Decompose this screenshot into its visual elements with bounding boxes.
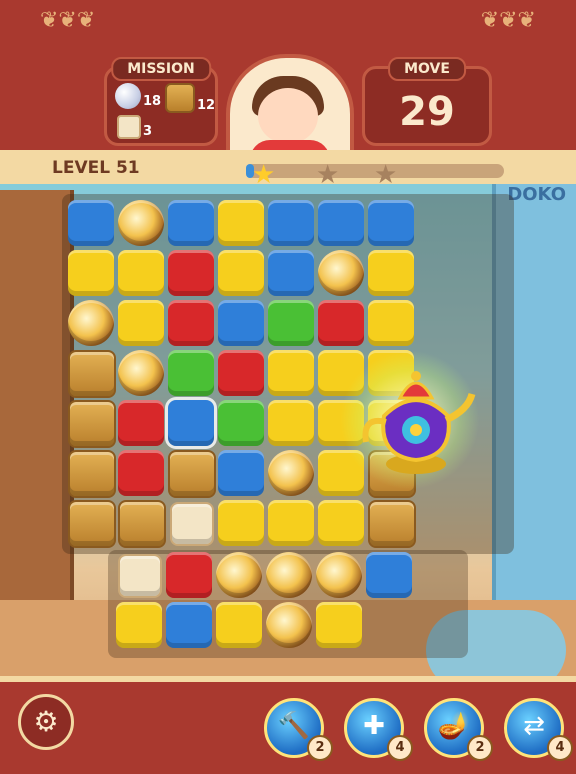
move-count: 29	[399, 89, 455, 135]
yellow-block[interactable]	[218, 200, 264, 246]
cup-block[interactable]	[118, 554, 162, 598]
booster-count: 2	[467, 735, 493, 761]
blue-block[interactable]	[68, 200, 114, 246]
blue-block[interactable]	[366, 552, 412, 598]
mission-goal-cup: 3	[117, 115, 152, 139]
yellow-block[interactable]	[268, 350, 314, 396]
bomb-block[interactable]	[118, 350, 164, 396]
booster-count: 4	[547, 735, 573, 761]
crate-block[interactable]	[68, 450, 116, 498]
blue-block[interactable]	[368, 200, 414, 246]
shuffle-booster-button[interactable]: ⇄ 4	[504, 698, 573, 761]
yellow-block[interactable]	[116, 602, 162, 648]
leaf-ornament-icon: ❦❦❦	[40, 8, 96, 33]
crate-block[interactable]	[68, 350, 116, 398]
yellow-block[interactable]	[268, 500, 314, 546]
crate-block[interactable]	[68, 500, 116, 548]
crate-block[interactable]	[368, 500, 416, 548]
green-block[interactable]	[218, 400, 264, 446]
blue-block[interactable]	[168, 200, 214, 246]
blue-block[interactable]	[318, 200, 364, 246]
red-block[interactable]	[168, 300, 214, 346]
magic-lamp-icon	[362, 371, 476, 474]
yellow-block[interactable]	[68, 250, 114, 296]
yellow-block[interactable]	[368, 250, 414, 296]
level-bar: LEVEL 51 ★ ★ ★	[40, 156, 504, 188]
crate-block[interactable]	[118, 500, 166, 548]
hammer-booster-button[interactable]: 🔨 2	[264, 698, 333, 761]
bomb-block[interactable]	[266, 552, 312, 598]
move-title: MOVE	[388, 57, 466, 81]
red-block[interactable]	[118, 450, 164, 496]
mission-goal-bubble: 18	[115, 83, 161, 109]
yellow-block[interactable]	[118, 300, 164, 346]
star-icon: ★	[252, 160, 276, 190]
blue-block[interactable]	[268, 200, 314, 246]
cross-blast-booster-button[interactable]: ✚ 4	[344, 698, 413, 761]
yellow-block[interactable]	[218, 250, 264, 296]
bomb-block[interactable]	[316, 552, 362, 598]
bomb-block[interactable]	[118, 200, 164, 246]
bubble-icon	[115, 83, 141, 109]
mission-title: MISSION	[111, 57, 211, 81]
yellow-block[interactable]	[316, 602, 362, 648]
crate-block[interactable]	[168, 450, 216, 498]
character-portrait	[226, 54, 354, 162]
crate-block[interactable]	[68, 400, 116, 448]
crate-icon	[165, 83, 195, 113]
blue-block[interactable]	[166, 602, 212, 648]
bomb-block[interactable]	[68, 300, 114, 346]
green-block[interactable]	[168, 350, 214, 396]
bubble-block[interactable]	[168, 400, 214, 446]
yellow-block[interactable]	[318, 500, 364, 546]
goal-count: 12	[197, 98, 216, 113]
star-icon: ★	[316, 160, 340, 190]
yellow-block[interactable]	[268, 400, 314, 446]
bomb-block[interactable]	[268, 450, 314, 496]
yellow-block[interactable]	[118, 250, 164, 296]
green-block[interactable]	[268, 300, 314, 346]
level-progress-bar: ★ ★ ★	[246, 162, 504, 188]
goal-count: 3	[143, 124, 153, 139]
blue-block[interactable]	[218, 300, 264, 346]
cup-block[interactable]	[170, 502, 214, 546]
bomb-block[interactable]	[318, 250, 364, 296]
red-block[interactable]	[166, 552, 212, 598]
red-block[interactable]	[168, 250, 214, 296]
bomb-block[interactable]	[216, 552, 262, 598]
mission-panel: MISSION 18 12 3	[104, 57, 218, 146]
cup-icon	[117, 115, 141, 139]
red-block[interactable]	[318, 300, 364, 346]
character-face	[258, 88, 318, 144]
magic-lamp-booster-button[interactable]: 🪔 2	[424, 698, 493, 761]
star-icon: ★	[374, 160, 398, 190]
move-panel: MOVE 29	[362, 57, 492, 146]
bomb-block[interactable]	[266, 602, 312, 648]
leaf-ornament-icon: ❦❦❦	[480, 8, 536, 33]
background-sign: DOKO	[507, 184, 566, 205]
yellow-block[interactable]	[216, 602, 262, 648]
red-block[interactable]	[118, 400, 164, 446]
blue-block[interactable]	[268, 250, 314, 296]
level-label: LEVEL 51	[52, 158, 140, 178]
mission-goal-crate: 12	[165, 83, 215, 113]
gear-icon: ⚙	[33, 705, 59, 738]
goal-count: 18	[143, 94, 162, 109]
yellow-block[interactable]	[218, 500, 264, 546]
red-block[interactable]	[218, 350, 264, 396]
yellow-block[interactable]	[368, 300, 414, 346]
booster-count: 2	[307, 735, 333, 761]
settings-button[interactable]: ⚙	[18, 694, 74, 750]
blue-block[interactable]	[218, 450, 264, 496]
booster-count: 4	[387, 735, 413, 761]
